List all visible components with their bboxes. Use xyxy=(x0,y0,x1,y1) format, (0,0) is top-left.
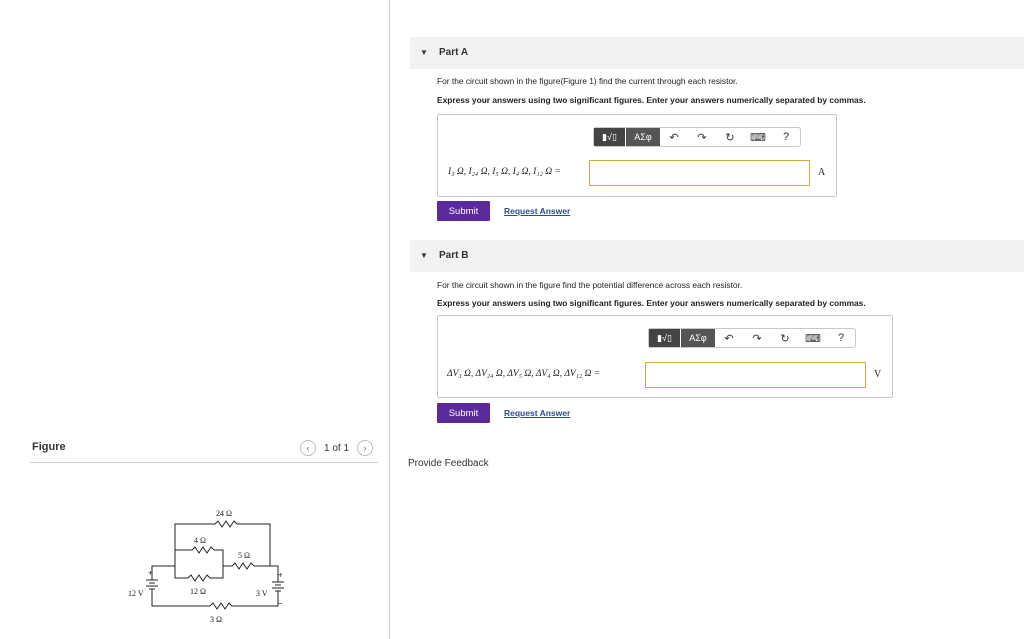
caret-down-icon: ▼ xyxy=(420,48,428,57)
r24-label: 24 Ω xyxy=(216,509,232,518)
reset-icon[interactable]: ↻ xyxy=(771,329,799,347)
part-b-unit: V xyxy=(874,369,882,380)
part-b-instruction: Express your answers using two significa… xyxy=(437,298,866,308)
undo-icon[interactable]: ↶ xyxy=(715,329,743,347)
v12-label: 12 V xyxy=(128,589,144,598)
figure-pager: ‹ 1 of 1 › xyxy=(300,440,374,456)
part-a-instruction: Express your answers using two significa… xyxy=(437,95,866,105)
provide-feedback-link[interactable]: Provide Feedback xyxy=(408,458,489,469)
figure-panel: Figure ‹ 1 of 1 › 24 Ω 4 Ω 5 Ω 12 Ω 3 Ω … xyxy=(0,0,390,639)
caret-down-icon: ▼ xyxy=(420,251,428,260)
part-a-submit-button[interactable]: Submit xyxy=(437,201,490,221)
questions-panel: ▼ Part A For the circuit shown in the fi… xyxy=(390,0,1024,639)
figure-divider xyxy=(30,462,378,463)
part-a-unit: A xyxy=(818,167,826,178)
v3-label: 3 V xyxy=(256,589,268,598)
r3-label: 3 Ω xyxy=(210,615,222,624)
symbols-button[interactable]: ΑΣφ xyxy=(626,128,660,146)
v12-plus: + xyxy=(148,569,153,578)
part-b-answer-input[interactable] xyxy=(645,362,866,388)
part-b-toolbar: ▮√▯ ΑΣφ ↶ ↷ ↻ ⌨ ? xyxy=(648,328,856,348)
help-button[interactable]: ? xyxy=(772,128,800,146)
r4-label: 4 Ω xyxy=(194,536,206,545)
part-a-header[interactable]: ▼ Part A xyxy=(410,37,1024,69)
r12-label: 12 Ω xyxy=(190,587,206,596)
keyboard-icon[interactable]: ⌨ xyxy=(744,128,772,146)
part-b-description: For the circuit shown in the figure find… xyxy=(437,280,743,290)
part-b-submit-button[interactable]: Submit xyxy=(437,403,490,423)
part-a-request-answer-link[interactable]: Request Answer xyxy=(504,206,570,216)
pager-text: 1 of 1 xyxy=(324,442,350,454)
templates-button[interactable]: ▮√▯ xyxy=(649,329,681,347)
undo-icon[interactable]: ↶ xyxy=(660,128,688,146)
part-b-request-answer-link[interactable]: Request Answer xyxy=(504,408,570,418)
reset-icon[interactable]: ↻ xyxy=(716,128,744,146)
part-a-description: For the circuit shown in the figure(Figu… xyxy=(437,76,738,86)
part-a-toolbar: ▮√▯ ΑΣφ ↶ ↷ ↻ ⌨ ? xyxy=(593,127,801,147)
v3-minus: − xyxy=(278,599,283,608)
chevron-right-icon[interactable]: › xyxy=(357,440,374,456)
r5-label: 5 Ω xyxy=(238,551,250,560)
part-b-title: Part B xyxy=(439,250,469,261)
circuit-diagram: 24 Ω 4 Ω 5 Ω 12 Ω 3 Ω 12 V 3 V + + − xyxy=(128,509,284,624)
templates-button[interactable]: ▮√▯ xyxy=(594,128,626,146)
figure-title: Figure xyxy=(32,441,66,453)
part-a-answer-input[interactable] xyxy=(589,160,810,186)
v3-plus: + xyxy=(278,571,283,580)
keyboard-icon[interactable]: ⌨ xyxy=(799,329,827,347)
redo-icon[interactable]: ↷ xyxy=(743,329,771,347)
help-button[interactable]: ? xyxy=(827,329,855,347)
part-b-answer-box: ▮√▯ ΑΣφ ↶ ↷ ↻ ⌨ ? ΔV₃ Ω, ΔV₂₄ Ω, ΔV₅ Ω, … xyxy=(437,315,893,398)
part-b-header[interactable]: ▼ Part B xyxy=(410,240,1024,272)
part-a-answer-box: ▮√▯ ΑΣφ ↶ ↷ ↻ ⌨ ? I₃ Ω, I₂₄ Ω, I₅ Ω, I₄ … xyxy=(437,114,837,197)
part-a-equation-label: I₃ Ω, I₂₄ Ω, I₅ Ω, I₄ Ω, I₁₂ Ω = xyxy=(448,167,561,177)
part-b-equation-label: ΔV₃ Ω, ΔV₂₄ Ω, ΔV₅ Ω, ΔV₄ Ω, ΔV₁₂ Ω = xyxy=(447,369,601,379)
symbols-button[interactable]: ΑΣφ xyxy=(681,329,715,347)
redo-icon[interactable]: ↷ xyxy=(688,128,716,146)
chevron-left-icon[interactable]: ‹ xyxy=(300,440,316,456)
part-a-title: Part A xyxy=(439,47,469,58)
